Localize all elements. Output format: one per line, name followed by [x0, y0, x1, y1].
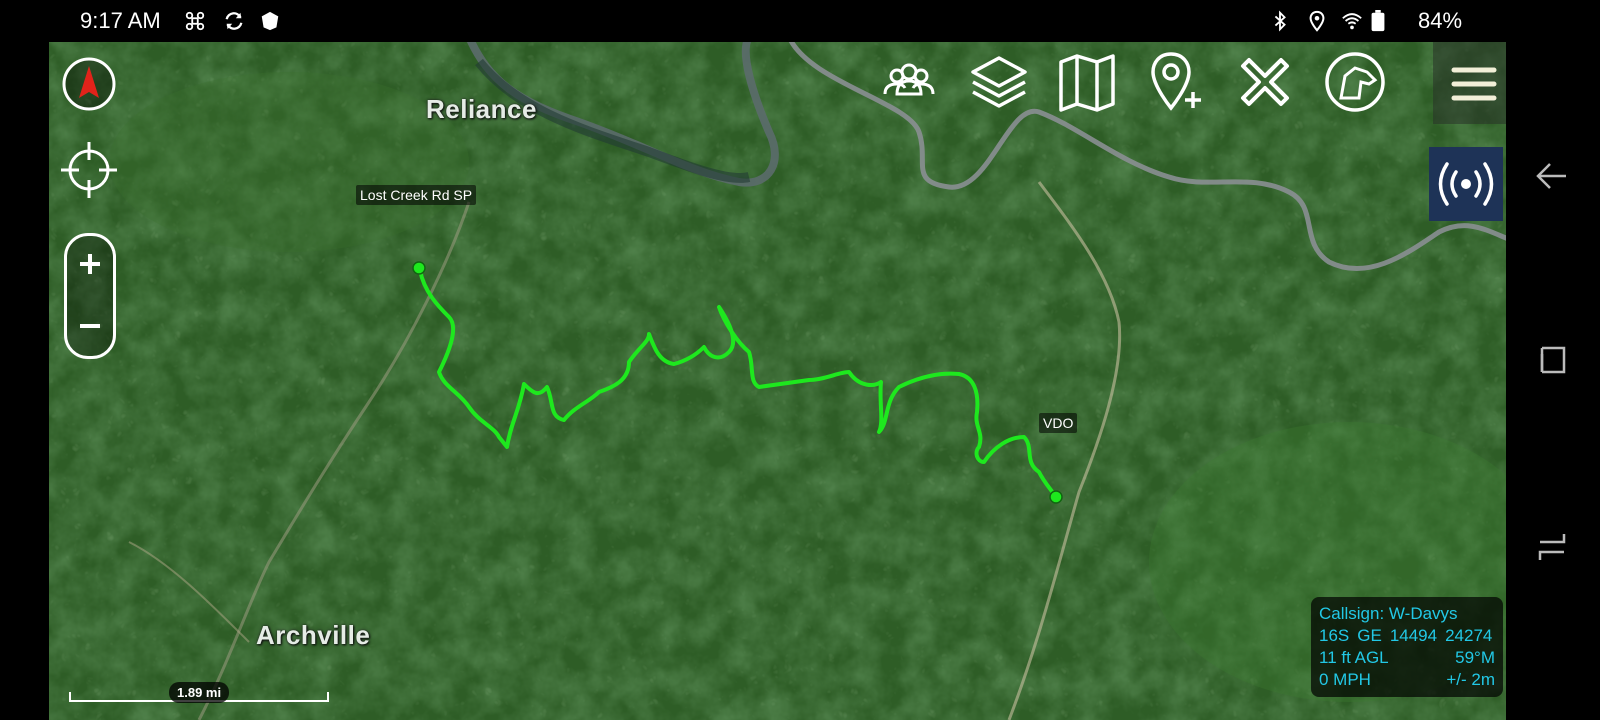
bluetooth-icon [1274, 10, 1286, 32]
start-waypoint-marker [412, 261, 426, 275]
contacts-icon[interactable] [877, 50, 941, 114]
status-bar: 9:17 AM 84% [0, 0, 1600, 42]
zoom-out-button[interactable] [76, 312, 104, 340]
locate-icon[interactable] [61, 140, 117, 200]
radio-icon[interactable] [1436, 158, 1496, 210]
self-marker-info-panel[interactable]: Callsign: W-Davys 16S GE 14494 24274 11 … [1311, 597, 1503, 697]
zoom-in-button[interactable] [76, 250, 104, 278]
callsign-text: Callsign: W-Davys [1319, 604, 1458, 623]
sync-icon [225, 12, 243, 30]
grid-zone: 16S [1319, 626, 1350, 645]
compass-icon[interactable] [61, 56, 117, 112]
status-time: 9:17 AM [80, 8, 161, 33]
end-waypoint-marker [1049, 490, 1063, 504]
satellite-imagery [49, 42, 1516, 720]
grid-easting: 14494 [1389, 626, 1438, 645]
altitude-row: 11 ft AGL 59°M [1319, 647, 1495, 669]
accuracy-text: +/- 2m [1446, 670, 1495, 689]
map-icon[interactable] [1055, 50, 1119, 114]
tools-icon[interactable] [1233, 50, 1297, 114]
system-nav-bar [1506, 0, 1600, 720]
layers-icon[interactable] [967, 50, 1031, 114]
speed-row: 0 MPH +/- 2m [1319, 669, 1495, 691]
recents-icon[interactable] [1534, 342, 1570, 378]
location-icon [1309, 10, 1325, 32]
place-label-archville: Archville [256, 620, 371, 650]
callsign-row: Callsign: W-Davys [1319, 603, 1495, 625]
wifi-icon [1342, 13, 1362, 30]
place-label-reliance: Reliance [426, 94, 537, 124]
heading-text: 59°M [1455, 648, 1495, 667]
speed-text: 0 MPH [1319, 670, 1371, 689]
menu-icon[interactable] [1451, 64, 1497, 104]
battery-icon [1371, 10, 1385, 32]
back-icon[interactable] [1534, 158, 1570, 194]
battery-percent: 84% [1418, 8, 1463, 33]
drone-icon [185, 11, 205, 31]
radio-button[interactable] [1429, 147, 1503, 221]
altitude-text: 11 ft AGL [1319, 648, 1389, 667]
scale-label: 1.89 mi [169, 682, 230, 703]
grid-row: 16S GE 14494 24274 [1319, 625, 1495, 647]
menu-button[interactable] [1433, 42, 1516, 124]
waypoint-label-start[interactable]: Lost Creek Rd SP [356, 185, 477, 205]
map-view[interactable]: Reliance Archville Lost Creek Rd SP VDO [49, 42, 1516, 720]
shield-icon [261, 11, 279, 31]
waypoint-label-end[interactable]: VDO [1039, 413, 1078, 433]
scale-bar: 1.89 mi [69, 682, 329, 720]
home-icon[interactable] [1534, 528, 1570, 564]
k9-icon[interactable] [1323, 50, 1387, 114]
add-point-icon[interactable] [1143, 50, 1207, 114]
zoom-control [64, 233, 116, 359]
grid-square: GE [1357, 626, 1382, 645]
grid-northing: 24274 [1445, 626, 1493, 645]
